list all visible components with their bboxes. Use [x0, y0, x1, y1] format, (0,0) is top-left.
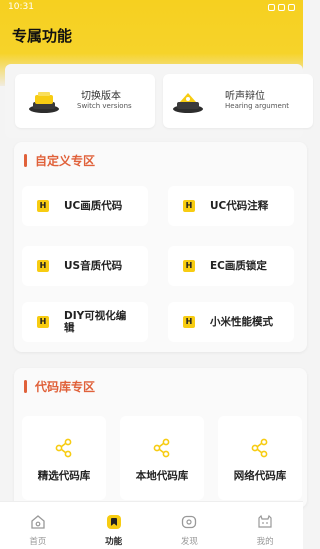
- xiaomi-performance-button[interactable]: H 小米性能模式: [168, 302, 294, 342]
- wifi-icon: [278, 3, 285, 11]
- bottom-nav: 首页 功能 发现 我的: [0, 501, 303, 549]
- code-library-title-text: 代码库专区: [35, 380, 96, 394]
- feature-badge-icon: H: [183, 200, 195, 212]
- feature-label: 小米性能模式: [210, 316, 273, 328]
- nav-home-label: 首页: [29, 537, 47, 547]
- version-card: 切换版本 Switch versions 听声辩位 Hearing argume…: [5, 64, 313, 138]
- hearing-argument-button[interactable]: 听声辩位 Hearing argument: [163, 74, 313, 128]
- nav-home[interactable]: 首页: [0, 502, 76, 549]
- status-bar: 10:31: [0, 0, 303, 14]
- section-marker: [24, 154, 27, 167]
- nav-discover-label: 发现: [180, 537, 198, 547]
- feature-badge-icon: H: [37, 260, 49, 272]
- home-icon: [31, 515, 45, 529]
- switch-version-button[interactable]: 切换版本 Switch versions: [15, 74, 155, 128]
- feature-badge-icon: H: [37, 200, 49, 212]
- us-sound-code-button[interactable]: H US音质代码: [22, 246, 148, 286]
- library-label: 本地代码库: [135, 470, 189, 482]
- custom-section-title-text: 自定义专区: [35, 154, 96, 168]
- custom-section: 自定义专区 H UC画质代码 H UC代码注释 H US音质代码 H EC画质锁…: [14, 142, 307, 352]
- code-library-section: 代码库专区 精选代码库 本地代码库 网络代码库: [14, 368, 307, 508]
- discover-icon: [182, 515, 197, 529]
- feature-label: UC代码注释: [210, 200, 269, 212]
- hearing-argument-title: 听声辩位: [225, 91, 265, 102]
- page-title: 专属功能: [12, 27, 73, 45]
- nav-profile-label: 我的: [256, 537, 274, 547]
- feature-badge-icon: H: [37, 316, 49, 328]
- section-marker: [24, 380, 27, 393]
- signal-icon: [268, 3, 275, 11]
- share-icon: [153, 438, 170, 458]
- switch-version-title: 切换版本: [81, 91, 121, 102]
- ec-quality-lock-button[interactable]: H EC画质锁定: [168, 246, 294, 286]
- feature-label: UC画质代码: [64, 200, 123, 212]
- feature-label: US音质代码: [64, 260, 123, 272]
- uc-code-comment-button[interactable]: H UC代码注释: [168, 186, 294, 226]
- diy-visual-edit-button[interactable]: H DIY可视化编辑: [22, 302, 148, 342]
- hearing-argument-subtitle: Hearing argument: [225, 102, 290, 110]
- custom-section-title: 自定义专区: [24, 152, 95, 169]
- feature-label: DIY可视化编辑: [64, 310, 127, 334]
- uc-quality-code-button[interactable]: H UC画质代码: [22, 186, 148, 226]
- hearing-icon: [173, 93, 203, 113]
- switch-version-icon: [29, 92, 59, 113]
- status-icons: [268, 3, 295, 11]
- code-library-title: 代码库专区: [24, 378, 95, 395]
- profile-icon: [258, 514, 272, 528]
- feature-badge-icon: H: [183, 316, 195, 328]
- library-label: 网络代码库: [233, 470, 287, 482]
- nav-profile[interactable]: 我的: [227, 502, 303, 549]
- nav-discover[interactable]: 发现: [152, 502, 228, 549]
- feature-badge-icon: H: [183, 260, 195, 272]
- function-icon: [106, 515, 121, 529]
- battery-icon: [288, 3, 295, 11]
- local-code-library-button[interactable]: 本地代码库: [120, 416, 204, 500]
- share-icon: [55, 438, 72, 458]
- switch-version-subtitle: Switch versions: [77, 102, 132, 110]
- library-label: 精选代码库: [37, 470, 91, 482]
- share-icon: [251, 438, 268, 458]
- network-code-library-button[interactable]: 网络代码库: [218, 416, 302, 500]
- nav-function-label: 功能: [105, 537, 123, 547]
- status-time: 10:31: [8, 2, 34, 12]
- nav-function[interactable]: 功能: [76, 502, 152, 549]
- featured-code-library-button[interactable]: 精选代码库: [22, 416, 106, 500]
- feature-label: EC画质锁定: [210, 260, 267, 272]
